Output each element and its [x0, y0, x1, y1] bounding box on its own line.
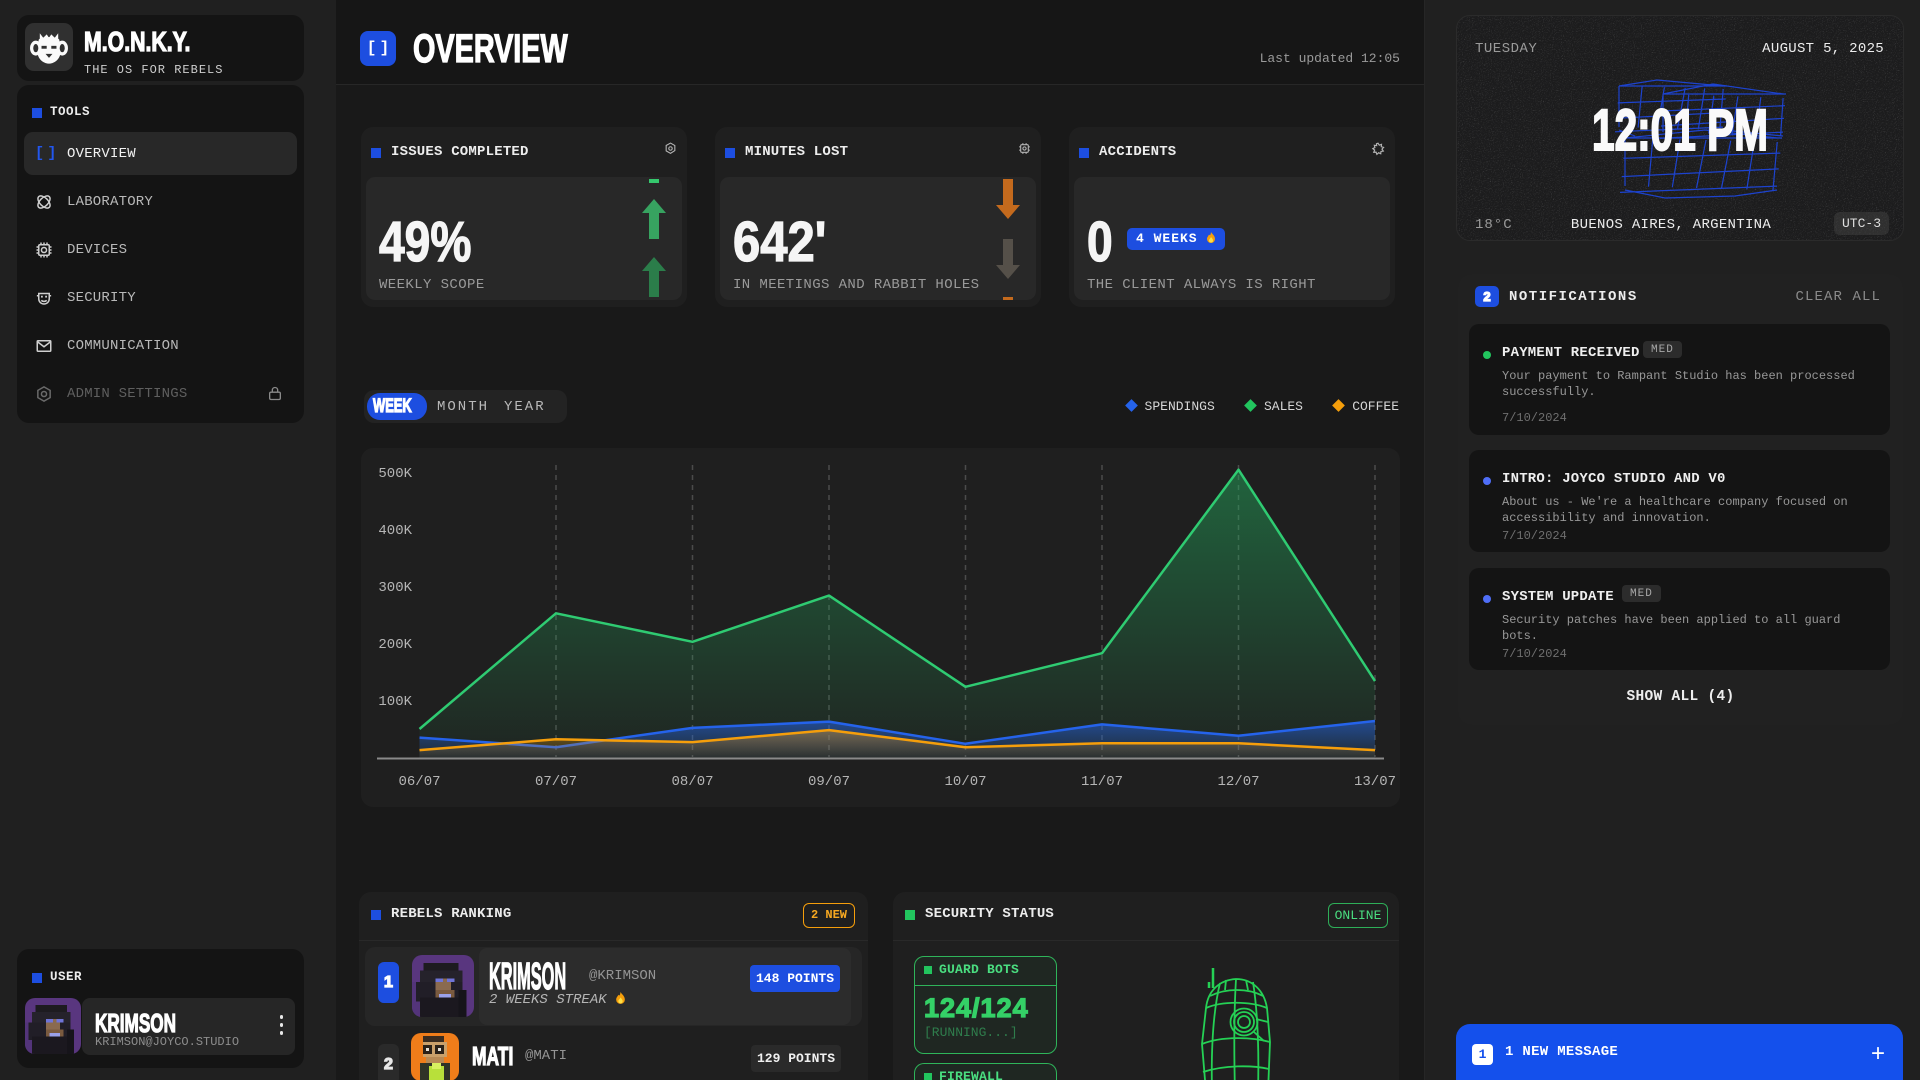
svg-text:13/07: 13/07	[1354, 774, 1396, 790]
svg-text:09/07: 09/07	[808, 774, 850, 790]
svg-text:07/07: 07/07	[535, 774, 577, 790]
svg-text:10/07: 10/07	[944, 774, 986, 790]
svg-text:06/07: 06/07	[398, 774, 440, 790]
svg-text:400K: 400K	[378, 523, 412, 539]
svg-text:08/07: 08/07	[671, 774, 713, 790]
svg-text:300K: 300K	[378, 580, 412, 596]
svg-text:12/07: 12/07	[1217, 774, 1259, 790]
svg-text:500K: 500K	[378, 466, 412, 482]
svg-text:11/07: 11/07	[1081, 774, 1123, 790]
svg-text:100K: 100K	[378, 694, 412, 710]
svg-text:200K: 200K	[378, 637, 412, 653]
